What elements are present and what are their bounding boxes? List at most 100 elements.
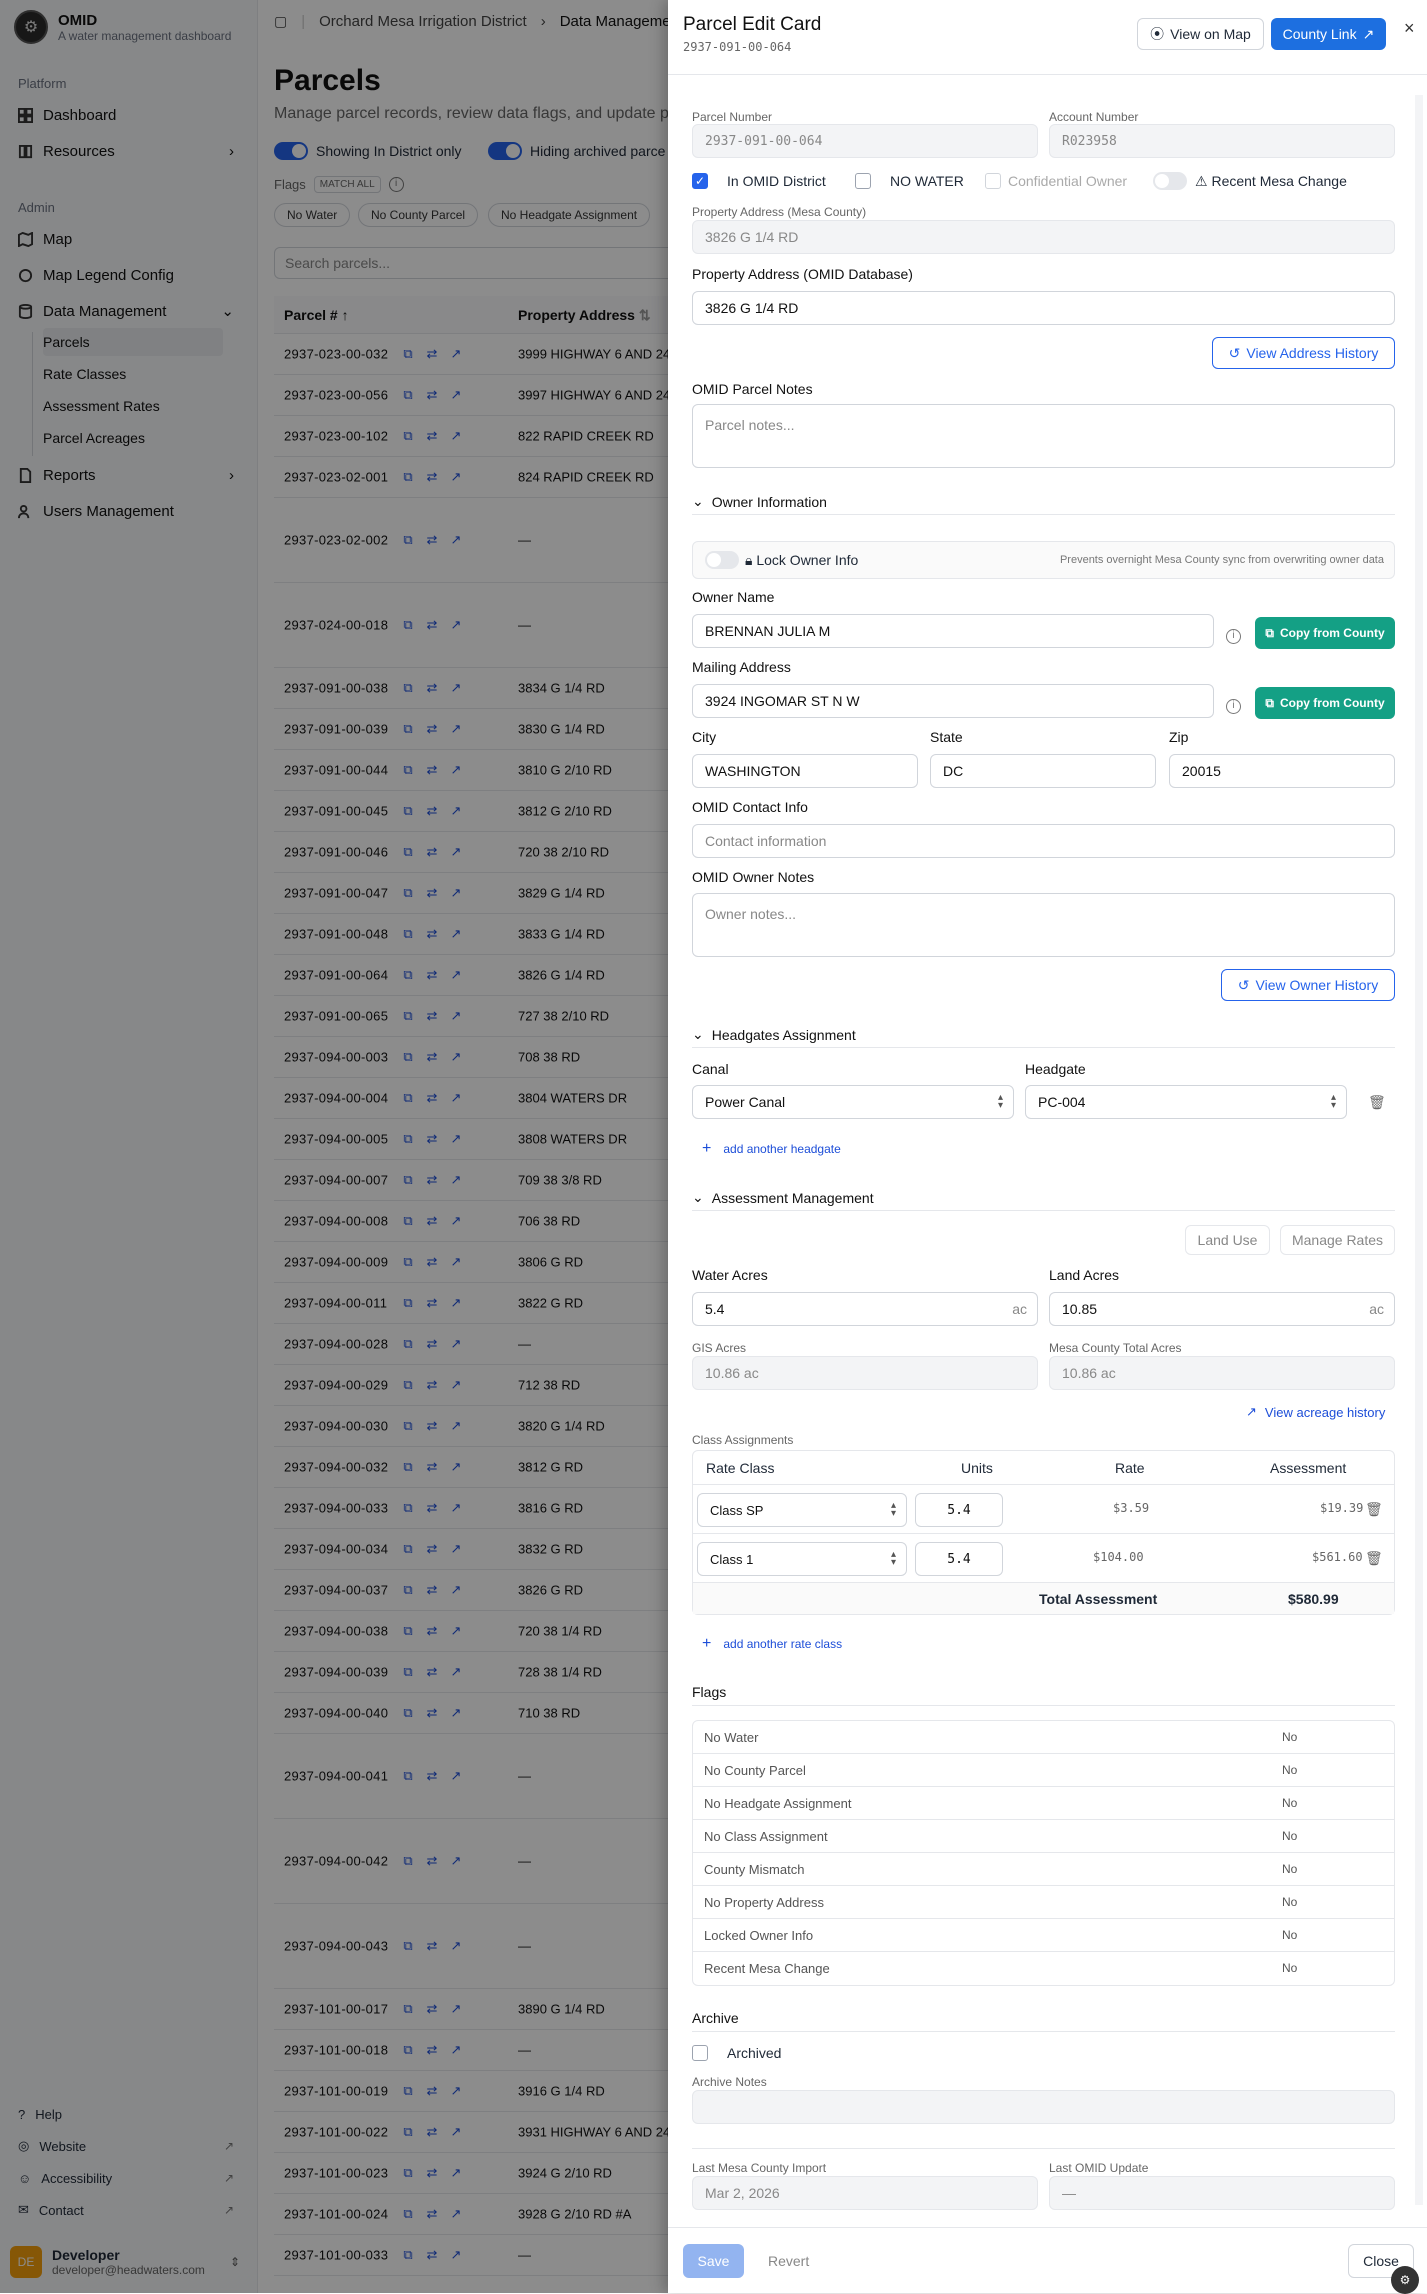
water-acres-input[interactable]: 5.4 ac [692,1292,1038,1326]
close-icon[interactable]: × [1404,18,1415,39]
parcel-notes-textarea[interactable]: Parcel notes... [692,404,1395,468]
owner-name-input[interactable]: BRENNAN JULIA M [692,614,1214,648]
in-district-label: In OMID District [727,173,826,189]
archived-checkbox[interactable] [692,2045,708,2061]
county-link-button[interactable]: County Link ↗ [1271,18,1386,50]
link-label: View acreage history [1264,1404,1386,1420]
last-update-label: Last OMID Update [1049,2161,1149,2175]
unit-label: ac [1012,1301,1027,1317]
land-use-button[interactable]: Land Use [1185,1225,1270,1255]
link-label: add another rate class [723,1637,843,1651]
flag-value: No [1282,1796,1298,1810]
button-label: Copy from County [1279,696,1385,710]
flag-row: No Headgate Assignment No [692,1787,1395,1820]
divider [692,2031,1395,2032]
no-water-checkbox[interactable] [855,173,871,189]
plus-icon: + [702,1635,712,1652]
in-district-checkbox[interactable]: ✓ [692,173,708,189]
section-title: Assessment Management [711,1189,874,1206]
chevron-down-icon: ⌄ [692,1189,704,1205]
flag-value: No [1282,1961,1298,1975]
view-address-history-button[interactable]: ↺ View Address History [1212,337,1395,369]
recent-change-toggle[interactable] [1153,172,1187,190]
input-value: 5.4 [705,1301,725,1317]
copy-icon: ⧉ [1265,625,1274,640]
state-label: State [930,729,963,745]
rate-class-select[interactable]: Class SP ▴ ▾ [697,1493,907,1527]
rate-value: $3.59 [1113,1501,1150,1515]
headgate-select[interactable]: PC-004 ▴ ▾ [1025,1085,1347,1119]
recent-change-label: ⚠ Recent Mesa Change [1195,173,1347,190]
addr-county-field: 3826 G 1/4 RD [692,220,1395,254]
assessment-value: $19.39 [1320,1501,1364,1515]
water-acres-label: Water Acres [692,1267,768,1283]
total-value: $580.99 [1288,1591,1339,1607]
flag-value: No [1282,1829,1298,1843]
trash-icon[interactable]: 🗑︎ [1365,1501,1383,1517]
account-number-field: R023958 [1049,124,1395,158]
flag-row: No Water No [692,1721,1395,1754]
copy-mailing-from-county-button[interactable]: ⧉ Copy from County [1255,687,1395,719]
headgate-label: Headgate [1025,1061,1086,1077]
archive-label: Archive [692,2010,739,2026]
column-label: Rate [1115,1460,1145,1476]
units-input[interactable]: 5.4 [915,1542,1003,1576]
confidential-checkbox[interactable] [985,173,1001,189]
canal-select[interactable]: Power Canal ▴ ▾ [692,1085,1014,1119]
add-rate-class-button[interactable]: + add another rate class [702,1635,842,1653]
land-acres-input[interactable]: 10.85 ac [1049,1292,1395,1326]
devtools-icon[interactable]: ⚙ [1391,2266,1419,2294]
chevron-down-icon: ⌄ [692,493,704,509]
flag-name: No Class Assignment [704,1829,828,1844]
panel-parcel-id: 2937-091-00-064 [683,40,792,54]
flag-name: No Water [704,1730,759,1745]
zip-input[interactable]: 20015 [1169,754,1395,788]
assessment-section-header[interactable]: ⌄ Assessment Management [692,1185,1395,1211]
trash-icon[interactable]: 🗑︎ [1365,1550,1383,1566]
copy-owner-from-county-button[interactable]: ⧉ Copy from County [1255,617,1395,649]
owner-notes-textarea[interactable]: Owner notes... [692,893,1395,957]
label-text: Recent Mesa Change [1211,173,1347,189]
flag-value: No [1282,1763,1298,1777]
city-input[interactable]: WASHINGTON [692,754,918,788]
contact-input[interactable]: Contact information [692,824,1395,858]
info-icon[interactable]: i [1226,699,1241,714]
flag-row: Recent Mesa Change No [692,1952,1395,1985]
parcel-number-label: Parcel Number [692,110,773,124]
chevrons-updown-icon: ▴ ▾ [1330,1092,1336,1111]
external-link-icon: ↗ [1246,1404,1257,1419]
lock-owner-toggle[interactable] [705,551,739,569]
save-button[interactable]: Save [683,2244,744,2278]
flag-name: County Mismatch [704,1862,805,1877]
divider [692,2148,1395,2149]
gis-acres-label: GIS Acres [692,1341,747,1355]
add-headgate-button[interactable]: + add another headgate [702,1140,841,1158]
modal-overlay[interactable] [0,0,668,2293]
units-input[interactable]: 5.4 [915,1493,1003,1527]
parcel-notes-label: OMID Parcel Notes [692,381,813,397]
panel-title: Parcel Edit Card [683,14,822,35]
headgates-section-header[interactable]: ⌄ Headgates Assignment [692,1022,1395,1048]
trash-icon[interactable]: 🗑︎ [1368,1094,1386,1110]
select-value: Power Canal [705,1094,786,1110]
assessment-value: $561.60 [1312,1550,1363,1564]
input-value: 10.85 [1062,1301,1098,1317]
zip-label: Zip [1169,729,1189,745]
acreage-history-link[interactable]: ↗ View acreage history [1246,1404,1385,1420]
addr-omid-input[interactable]: 3826 G 1/4 RD [692,291,1395,325]
state-input[interactable]: DC [930,754,1156,788]
contact-label: OMID Contact Info [692,799,808,815]
owner-section-header[interactable]: ⌄ Owner Information [692,489,1395,515]
mailing-input[interactable]: 3924 INGOMAR ST N W [692,684,1214,718]
last-import-field: Mar 2, 2026 [692,2176,1038,2210]
view-owner-history-button[interactable]: ↺ View Owner History [1221,969,1395,1001]
manage-rates-button[interactable]: Manage Rates [1280,1225,1395,1255]
external-link-icon: ↗ [1362,25,1375,42]
lock-owner-label: 🔒︎ Lock Owner Info [745,552,858,569]
archive-notes-field[interactable] [692,2090,1395,2124]
scrollbar-track[interactable] [1415,95,1423,2205]
rate-class-select[interactable]: Class 1 ▴ ▾ [697,1542,907,1576]
view-on-map-button[interactable]: ⦿ View on Map [1137,18,1264,50]
info-icon[interactable]: i [1226,629,1241,644]
revert-button[interactable]: Revert [768,2253,809,2269]
